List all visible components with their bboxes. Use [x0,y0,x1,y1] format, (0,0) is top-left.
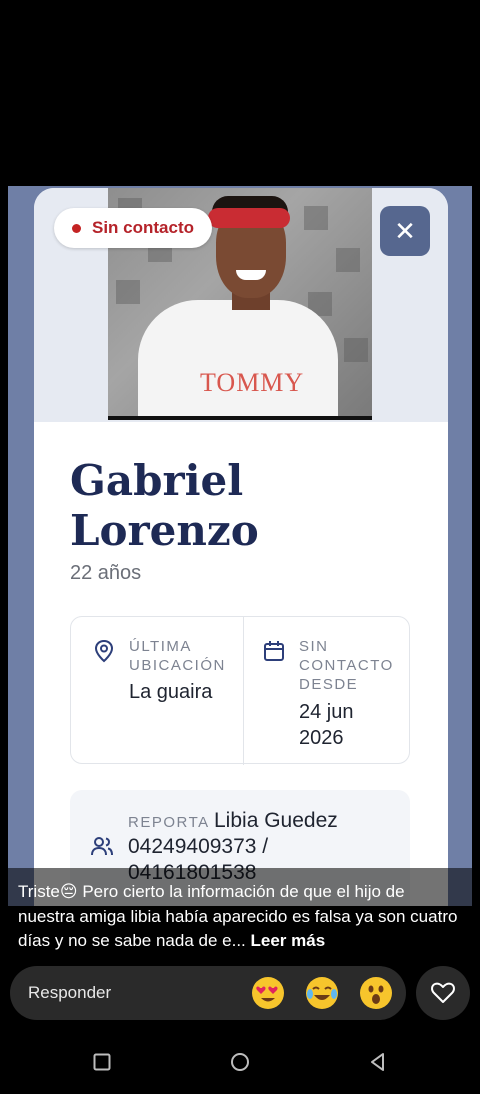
reply-placeholder: Responder [28,983,112,1002]
location-pin-icon [94,639,114,663]
last-location-value: La guaira [129,681,213,703]
no-contact-label-1: SIN [299,638,329,655]
status-badge: Sin contacto [54,208,213,248]
close-icon: ✕ [394,215,416,246]
close-button: ✕ [380,206,430,256]
info-box: ÚLTIMA UBICACIÓN La guaira SIN CONTACTO … [70,616,410,765]
person-first-name: Gabriel [70,456,244,505]
status-dot [72,223,81,233]
recent-apps-icon[interactable] [92,1052,112,1072]
no-contact-label-3: DESDE [299,676,359,693]
last-location-label-2: UBICACIÓN [129,657,226,674]
home-icon[interactable] [230,1052,250,1072]
person-last-name: Lorenzo [70,506,259,555]
shirt-logo-text: TOMMY [200,368,305,397]
missing-person-card: TOMMY Sin contacto ✕ Gabriel Lorenzo 22 … [34,188,448,906]
like-button[interactable] [416,966,470,1020]
calendar-icon [264,641,284,661]
caption-text: Triste😔 Pero cierto la información de qu… [18,882,458,950]
no-contact-label-2: CONTACTO [299,657,394,674]
back-icon[interactable] [368,1052,388,1072]
person-name: Gabriel Lorenzo [70,456,259,556]
tears-of-joy-emoji[interactable] [306,977,338,1009]
no-contact-date-day: 24 jun [299,701,354,723]
no-contact-date: 24 jun 2026 [299,699,419,751]
surprised-emoji[interactable] [360,977,392,1009]
heart-eyes-emoji[interactable] [252,977,284,1009]
story-caption[interactable]: Triste😔 Pero cierto la información de qu… [0,868,480,960]
users-icon [91,837,113,856]
story-image: TOMMY Sin contacto ✕ Gabriel Lorenzo 22 … [8,186,472,906]
no-contact-date-year: 2026 [299,727,344,749]
heart-outline-icon [431,982,455,1003]
read-more-link[interactable]: Leer más [251,931,326,950]
reply-input[interactable]: Responder [10,966,406,1020]
status-badge-label: Sin contacto [92,218,195,237]
person-age: 22 años [70,562,142,584]
last-location-label-1: ÚLTIMA [129,638,192,655]
